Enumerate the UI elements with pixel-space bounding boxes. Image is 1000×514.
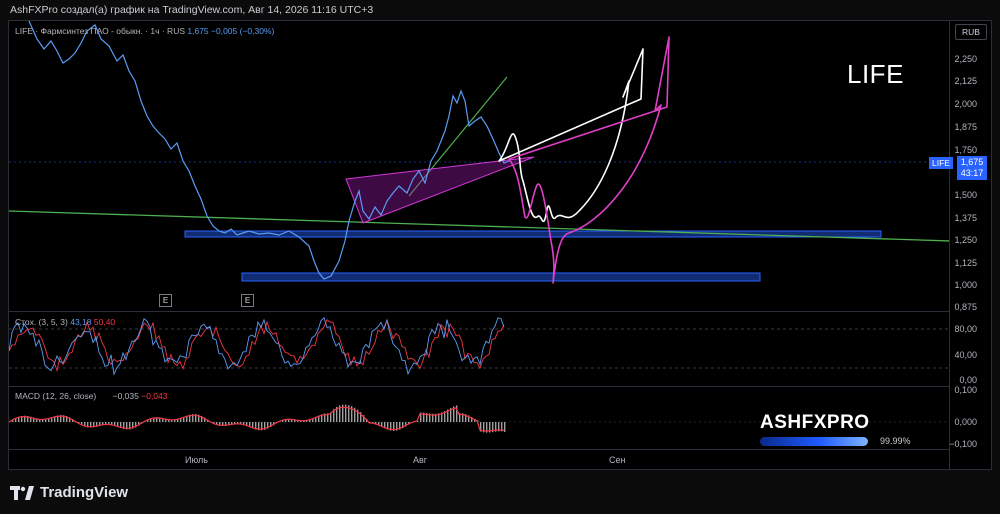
price-axis-label: 1,250 — [954, 235, 977, 245]
macd-signal-value: −0,043 — [141, 391, 168, 401]
time-axis-label: Июль — [185, 455, 208, 465]
price-axis-label: 1,875 — [954, 122, 977, 132]
macd-value: −0,035 — [112, 391, 139, 401]
macd-label: MACD (12, 26, close) — [15, 391, 97, 401]
stoch-axis-label: 40,00 — [954, 350, 977, 360]
macd-axis-label: −0,100 — [949, 439, 977, 449]
price-axis-label: 1,750 — [954, 145, 977, 155]
macd-axis-label: 0,100 — [954, 385, 977, 395]
price-axis-label: 1,000 — [954, 280, 977, 290]
currency-button[interactable]: RUB — [955, 24, 987, 40]
stoch-k-value: 43,18 — [70, 317, 92, 327]
price-tag-symbol: LIFE — [929, 157, 953, 169]
time-axis-label: Сен — [609, 455, 626, 465]
legend-change: −0,005 (−0,30%) — [211, 26, 275, 36]
chart-canvas[interactable] — [9, 21, 949, 469]
stoch-axis-label: 0,00 — [959, 375, 977, 385]
macd-histogram-bar — [504, 422, 506, 432]
brand-percent: 99.99% — [880, 436, 911, 446]
price-axis-label: 0,875 — [954, 302, 977, 312]
earnings-marker[interactable]: E — [241, 294, 254, 307]
chart-caption: AshFXPro создал(а) график на TradingView… — [10, 4, 374, 16]
price-tag-price: 1,675 — [960, 157, 984, 167]
stoch-d-value: 50,40 — [93, 317, 116, 327]
earnings-marker[interactable]: E — [159, 294, 172, 307]
macd-legend[interactable]: MACD (12, 26, close) −0,035 −0,043 — [15, 391, 168, 401]
price-axis-label: 1,375 — [954, 213, 977, 223]
brand-logo-text: ASHFXPRO — [760, 412, 870, 433]
legend-symbol: LIFE · Фармсинтез ПАО - обыкн. · 1ч · RU… — [15, 26, 185, 36]
brand-progress-bar — [760, 437, 868, 446]
main-legend[interactable]: LIFE · Фармсинтез ПАО - обыкн. · 1ч · RU… — [15, 26, 274, 36]
macd-axis-label: 0,000 — [954, 417, 977, 427]
tradingview-icon — [10, 485, 34, 500]
time-axis-label: Авг — [413, 455, 428, 465]
price-tag-countdown: 43:17 — [960, 168, 984, 178]
stoch-axis-label: 80,00 — [954, 324, 977, 334]
price-scale-border — [949, 21, 950, 469]
price-axis-label: 1,125 — [954, 258, 977, 268]
price-series-line — [28, 21, 510, 280]
tradingview-logo[interactable]: TradingView — [10, 484, 128, 501]
price-axis-label: 1,500 — [954, 190, 977, 200]
symbol-watermark: LIFE — [847, 59, 904, 89]
stoch-legend[interactable]: Стох. (3, 5, 3) 43,18 50,40 — [15, 317, 115, 327]
price-tag: 1,675 43:17 — [957, 156, 987, 180]
price-axis-label: 2,125 — [954, 76, 977, 86]
stoch-label: Стох. (3, 5, 3) — [15, 317, 68, 327]
price-axis-label: 2,000 — [954, 99, 977, 109]
chart-frame[interactable]: LIFE · Фармсинтез ПАО - обыкн. · 1ч · RU… — [8, 20, 992, 470]
legend-price: 1,675 — [187, 26, 209, 36]
top-bar: AshFXPro создал(а) график на TradingView… — [0, 0, 1000, 20]
footer-brand-text: TradingView — [40, 484, 129, 501]
price-axis-label: 2,250 — [954, 54, 977, 64]
projection-path-pink[interactable] — [508, 36, 670, 284]
wedge-pattern[interactable] — [345, 156, 535, 224]
